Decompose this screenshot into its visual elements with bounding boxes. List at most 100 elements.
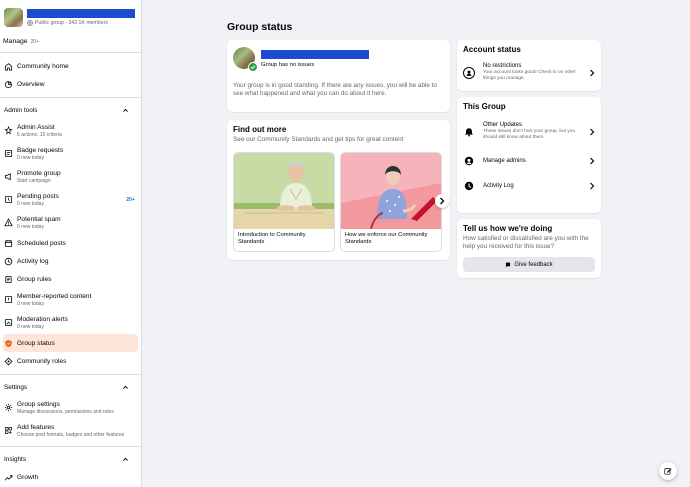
admin-tools-label: Admin tools	[4, 107, 38, 114]
no-restrictions-row[interactable]: No restrictions Your account looks good!…	[463, 63, 595, 82]
feedback-flag-icon	[506, 262, 511, 267]
sidebar-item-label: Scheduled posts	[17, 239, 66, 247]
sidebar-item-sublabel: Manage discussions, permissions and role…	[17, 408, 114, 415]
activity-log-row[interactable]: Activity Log	[463, 180, 595, 192]
row-title: Manage admins	[483, 158, 526, 164]
redacted-group-name	[27, 9, 135, 18]
row-subtitle: Your account looks good! Check in on oth…	[483, 70, 576, 81]
roles-icon	[4, 357, 13, 366]
alert-icon	[4, 318, 13, 327]
row-text: Manage admins	[483, 158, 589, 164]
give-feedback-button[interactable]: Give feedback	[463, 257, 595, 272]
divider	[0, 374, 141, 375]
sidebar-item-group-status[interactable]: Group status	[3, 334, 138, 352]
nav-insights-list: Growth	[0, 468, 141, 486]
pending-posts-icon	[4, 195, 13, 204]
this-group-card: This Group Other Updates These issues do…	[457, 97, 601, 213]
sidebar-item-text: Pending posts 0 new today	[17, 193, 137, 207]
admin-assist-icon	[4, 126, 13, 135]
sidebar-item-community-roles[interactable]: Community roles	[0, 352, 141, 370]
sidebar-item-add-features[interactable]: Add features Choose post formats, badges …	[0, 419, 141, 442]
sidebar-item-text: Activity log	[17, 258, 137, 265]
this-group-title: This Group	[463, 102, 506, 111]
sidebar-item-label: Activity log	[17, 257, 49, 265]
find-out-more-title: Find out more	[233, 125, 287, 134]
tile-caption: Introduction to Community Standards	[238, 232, 306, 246]
settings-label: Settings	[4, 384, 28, 391]
sidebar-item-pending-posts[interactable]: Pending posts 0 new today 20+	[0, 188, 141, 211]
find-out-more-subtitle: See our Community Standards and get tips…	[233, 136, 404, 143]
sidebar-item-sublabel: 0 new today	[17, 323, 44, 330]
sidebar-item-promote-group[interactable]: Promote group Start campaign	[0, 165, 141, 188]
manage-admins-row[interactable]: Manage admins	[463, 155, 595, 167]
sidebar-item-text: Promote group Start campaign	[17, 170, 137, 184]
sidebar-item-text: Community home	[17, 63, 137, 70]
manage-header: Manage 20+	[0, 31, 141, 48]
row-text: Other Updates These issues don't hurt yo…	[483, 122, 589, 141]
sidebar-item-member-reported-content[interactable]: Member-reported content 0 new today	[0, 288, 141, 311]
megaphone-icon	[4, 172, 13, 181]
sidebar-item-text: Moderation alerts 0 new today	[17, 316, 137, 330]
row-title: Activity Log	[483, 183, 514, 189]
features-icon	[4, 426, 13, 435]
sidebar-item-moderation-alerts[interactable]: Moderation alerts 0 new today	[0, 311, 141, 334]
sidebar-item-scheduled-posts[interactable]: Scheduled posts	[0, 234, 141, 252]
sidebar-item-label: Overview	[17, 80, 45, 88]
sidebar-item-text: Growth	[17, 474, 137, 481]
sidebar-item-community-home[interactable]: Community home	[0, 57, 141, 75]
sidebar-item-label: Group rules	[17, 275, 52, 283]
sidebar: Public group · 342.1K members Manage 20+…	[0, 0, 142, 487]
group-info: Public group · 342.1K members	[27, 9, 138, 26]
sidebar-item-sublabel: 5 actions, 10 criteria	[17, 131, 62, 138]
settings-header[interactable]: Settings	[0, 379, 141, 396]
sidebar-item-potential-spam[interactable]: Potential spam 0 new today	[0, 211, 141, 234]
sidebar-item-text: Group status	[17, 340, 137, 347]
sidebar-item-sublabel: Choose post formats, badges and other fe…	[17, 431, 125, 438]
redacted-group-name	[261, 50, 369, 59]
nav-top-list: Community home Overview	[0, 57, 141, 93]
chevron-up-icon[interactable]	[122, 107, 129, 114]
sidebar-item-growth[interactable]: Growth	[0, 468, 141, 486]
compose-icon	[664, 468, 672, 475]
overview-icon	[4, 80, 13, 89]
sidebar-item-text: Add features Choose post formats, badges …	[17, 424, 137, 438]
carousel-next-button[interactable]	[435, 194, 449, 208]
account-status-title: Account status	[463, 45, 521, 54]
group-meta-text: Public group · 342.1K members	[35, 20, 108, 26]
tile-enforce-community-standards[interactable]: How we enforce our Community Standards	[340, 152, 442, 252]
sidebar-item-admin-assist[interactable]: Admin Assist 5 actions, 10 criteria	[0, 119, 141, 142]
group-header[interactable]: Public group · 342.1K members	[0, 0, 141, 31]
group-meta: Public group · 342.1K members	[27, 20, 138, 26]
report-icon	[4, 295, 13, 304]
divider	[0, 97, 141, 98]
compose-button[interactable]	[659, 462, 677, 480]
insights-header[interactable]: Insights	[0, 451, 141, 468]
sidebar-item-label: Moderation alerts	[17, 315, 68, 323]
group-thumbnail[interactable]	[4, 8, 23, 27]
chevron-up-icon[interactable]	[122, 456, 129, 463]
sidebar-item-overview[interactable]: Overview	[0, 75, 141, 93]
sidebar-item-group-settings[interactable]: Group settings Manage discussions, permis…	[0, 396, 141, 419]
sidebar-item-group-rules[interactable]: Group rules	[0, 270, 141, 288]
sidebar-item-sublabel: 0 new today	[17, 200, 44, 207]
chevron-right-icon	[590, 69, 595, 76]
tile-intro-community-standards[interactable]: Introduction to Community Standards	[233, 152, 335, 252]
clock-icon	[4, 257, 13, 266]
admin-tools-header[interactable]: Admin tools	[0, 102, 141, 119]
sidebar-item-label: Community roles	[17, 357, 67, 365]
chevron-right-icon	[590, 157, 595, 165]
shield-icon	[4, 339, 13, 348]
sidebar-item-sublabel: 0 new today	[17, 223, 44, 230]
sidebar-item-activity-log[interactable]: Activity log	[0, 252, 141, 270]
other-updates-row[interactable]: Other Updates These issues don't hurt yo…	[463, 122, 595, 141]
chevron-up-icon[interactable]	[122, 384, 129, 391]
manage-count: 20+	[30, 39, 40, 45]
chevron-right-icon	[590, 128, 595, 135]
account-status-card: Account status No restrictions Your acco…	[457, 40, 601, 91]
sidebar-item-badge-requests[interactable]: Badge requests 0 new today	[0, 142, 141, 165]
group-status-card: Group has no issues Your group is in goo…	[227, 40, 450, 112]
sidebar-item-label: Pending posts	[17, 192, 59, 200]
sidebar-item-text: Scheduled posts	[17, 240, 137, 247]
sidebar-item-text: Badge requests 0 new today	[17, 147, 137, 161]
sidebar-item-label: Potential spam	[17, 215, 61, 223]
